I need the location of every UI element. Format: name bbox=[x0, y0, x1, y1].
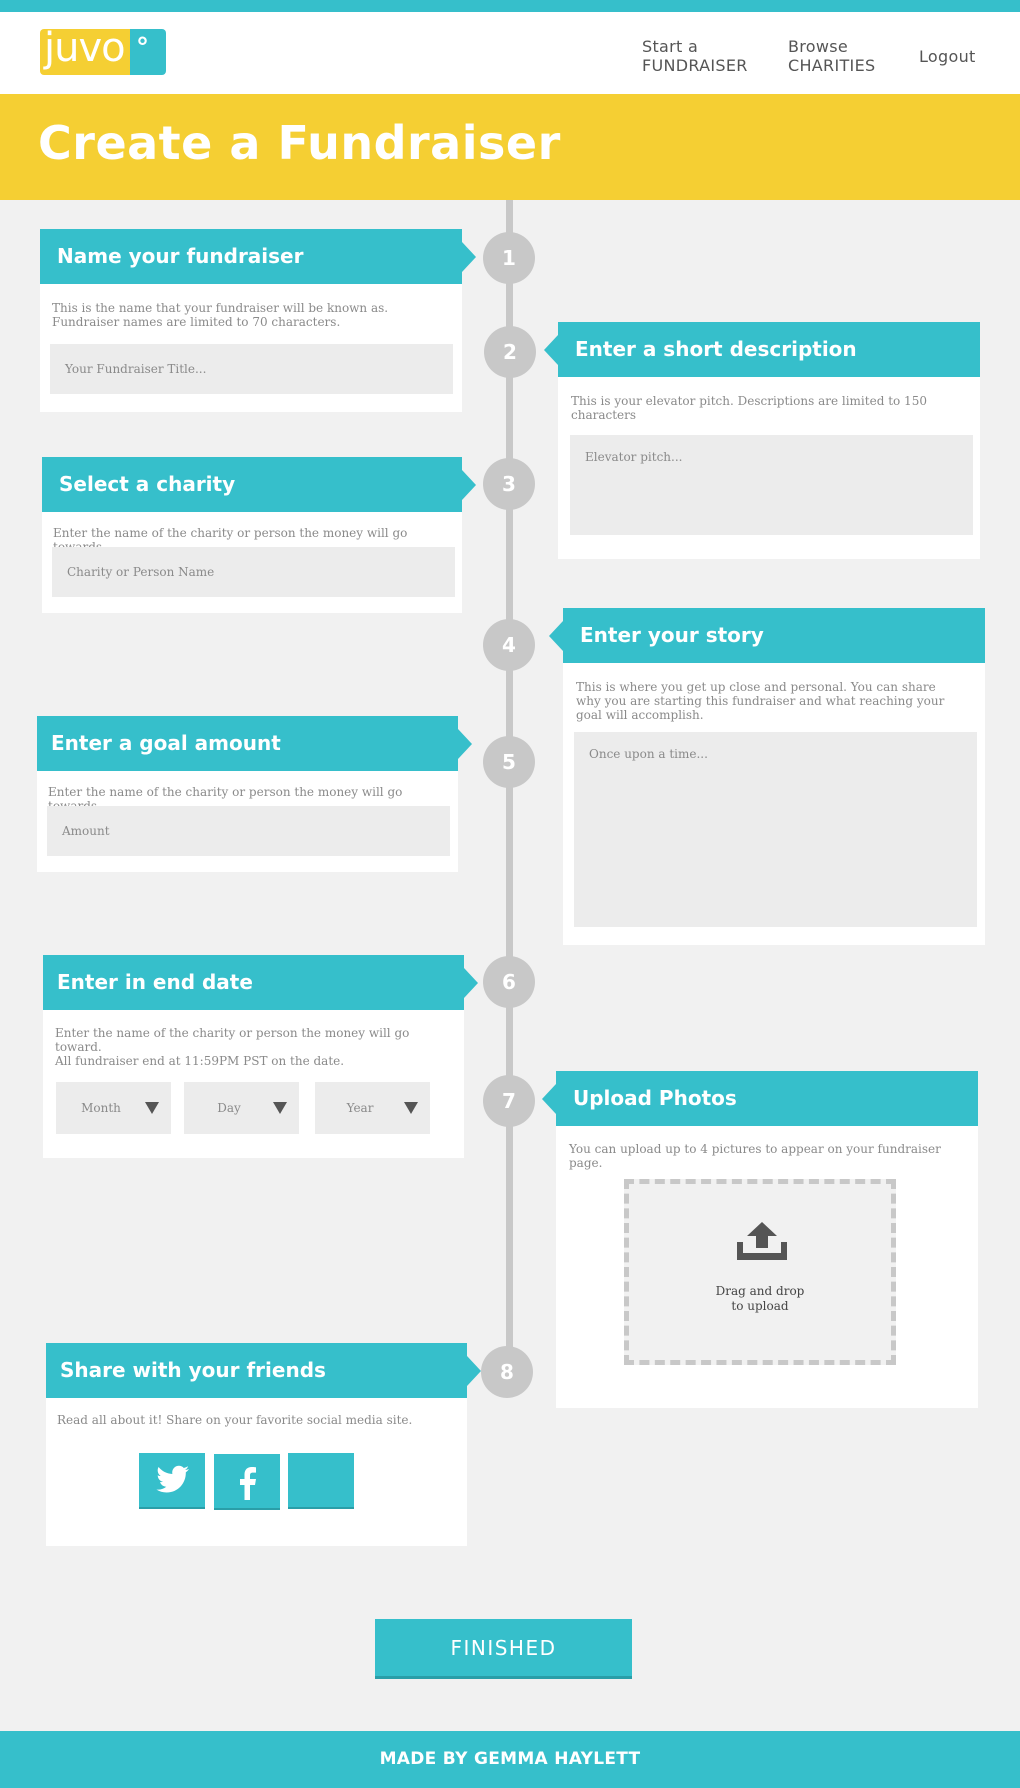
nav-browse-line1: Browse bbox=[788, 37, 849, 56]
year-select-label: Year bbox=[346, 1101, 374, 1115]
day-select-label: Day bbox=[217, 1101, 241, 1115]
upload-icon bbox=[737, 1222, 787, 1260]
year-select[interactable]: Year bbox=[315, 1082, 430, 1134]
nav-browse-charities[interactable]: Browse CHARITIES bbox=[788, 37, 875, 75]
step-1-marker: 1 bbox=[483, 232, 535, 284]
chevron-down-icon bbox=[404, 1102, 418, 1114]
twitter-share-button[interactable] bbox=[139, 1453, 205, 1509]
month-select[interactable]: Month bbox=[56, 1082, 171, 1134]
share-card-heading: Share with your friends bbox=[46, 1343, 481, 1398]
dropzone-line2: to upload bbox=[731, 1299, 789, 1313]
photos-card-heading: Upload Photos bbox=[542, 1071, 978, 1126]
fundraiser-title-input[interactable]: Your Fundraiser Title... bbox=[50, 344, 453, 394]
end-date-description-line2: All fundraiser end at 11:59PM PST on the… bbox=[55, 1054, 345, 1068]
photo-dropzone[interactable]: Drag and drop to upload bbox=[624, 1179, 896, 1365]
story-card-description: This is where you get up close and perso… bbox=[576, 680, 945, 722]
finished-button[interactable]: FINISHED bbox=[375, 1619, 632, 1679]
charity-card: Select a charity Enter the name of the c… bbox=[42, 457, 476, 613]
nav-start-line1: Start a bbox=[642, 37, 699, 56]
story-input[interactable]: Once upon a time... bbox=[574, 732, 977, 927]
dropzone-text: Drag and drop to upload bbox=[629, 1284, 891, 1314]
chevron-down-icon bbox=[273, 1102, 287, 1114]
name-card-description: This is the name that your fundraiser wi… bbox=[52, 301, 389, 329]
page-title: Create a Fundraiser bbox=[38, 116, 561, 170]
juvo-logo[interactable]: juvo ° bbox=[40, 25, 166, 75]
goal-card-heading: Enter a goal amount bbox=[37, 716, 472, 771]
top-stripe bbox=[0, 0, 1020, 12]
step-2-marker: 2 bbox=[484, 326, 536, 378]
page-banner: Create a Fundraiser bbox=[0, 94, 1020, 200]
footer: MADE BY GEMMA HAYLETT bbox=[0, 1731, 1020, 1788]
share-card-description: Read all about it! Share on your favorit… bbox=[57, 1413, 413, 1427]
photos-card-description: You can upload up to 4 pictures to appea… bbox=[569, 1142, 941, 1170]
dropzone-line1: Drag and drop bbox=[715, 1284, 805, 1298]
step-6-marker: 6 bbox=[483, 956, 535, 1008]
story-card: Enter your story This is where you get u… bbox=[549, 608, 985, 945]
elevator-pitch-input[interactable]: Elevator pitch... bbox=[570, 435, 973, 535]
name-card: Name your fundraiser This is the name th… bbox=[40, 229, 476, 412]
month-select-label: Month bbox=[81, 1101, 121, 1115]
description-card-heading: Enter a short description bbox=[544, 322, 980, 377]
charity-card-heading: Select a charity bbox=[42, 457, 476, 512]
nav-logout[interactable]: Logout bbox=[919, 47, 976, 66]
step-5-marker: 5 bbox=[483, 736, 535, 788]
facebook-share-button[interactable] bbox=[214, 1454, 280, 1510]
nav-start-line2: FUNDRAISER bbox=[642, 56, 748, 75]
story-card-heading: Enter your story bbox=[549, 608, 985, 663]
end-date-description-line1: Enter the name of the charity or person … bbox=[55, 1026, 410, 1054]
step-3-marker: 3 bbox=[483, 458, 535, 510]
photos-card: Upload Photos You can upload up to 4 pic… bbox=[542, 1071, 978, 1408]
facebook-icon bbox=[240, 1467, 256, 1500]
step-7-marker: 7 bbox=[483, 1075, 535, 1127]
site-header: juvo ° Start a FUNDRAISER Browse CHARITI… bbox=[0, 12, 1020, 94]
logo-text: juvo bbox=[44, 25, 126, 71]
nav-start-fundraiser[interactable]: Start a FUNDRAISER bbox=[642, 37, 748, 75]
name-card-heading: Name your fundraiser bbox=[40, 229, 476, 284]
share-card: Share with your friends Read all about i… bbox=[46, 1343, 481, 1546]
end-date-card-description: Enter the name of the charity or person … bbox=[55, 1026, 455, 1068]
day-select[interactable]: Day bbox=[184, 1082, 299, 1134]
step-8-marker: 8 bbox=[481, 1346, 533, 1398]
twitter-icon bbox=[156, 1465, 189, 1493]
step-4-marker: 4 bbox=[483, 619, 535, 671]
goal-card: Enter a goal amount Enter the name of th… bbox=[37, 716, 472, 872]
end-date-card: Enter in end date Enter the name of the … bbox=[43, 955, 478, 1158]
logo-smile-icon: ° bbox=[136, 33, 149, 63]
description-card-description: This is your elevator pitch. Description… bbox=[571, 394, 927, 422]
social-share-button[interactable] bbox=[288, 1453, 354, 1509]
charity-name-input[interactable]: Charity or Person Name bbox=[52, 547, 455, 597]
description-card: Enter a short description This is your e… bbox=[544, 322, 980, 559]
goal-amount-input[interactable]: Amount bbox=[47, 806, 450, 856]
end-date-card-heading: Enter in end date bbox=[43, 955, 478, 1010]
chevron-down-icon bbox=[145, 1102, 159, 1114]
nav-browse-line2: CHARITIES bbox=[788, 56, 876, 75]
